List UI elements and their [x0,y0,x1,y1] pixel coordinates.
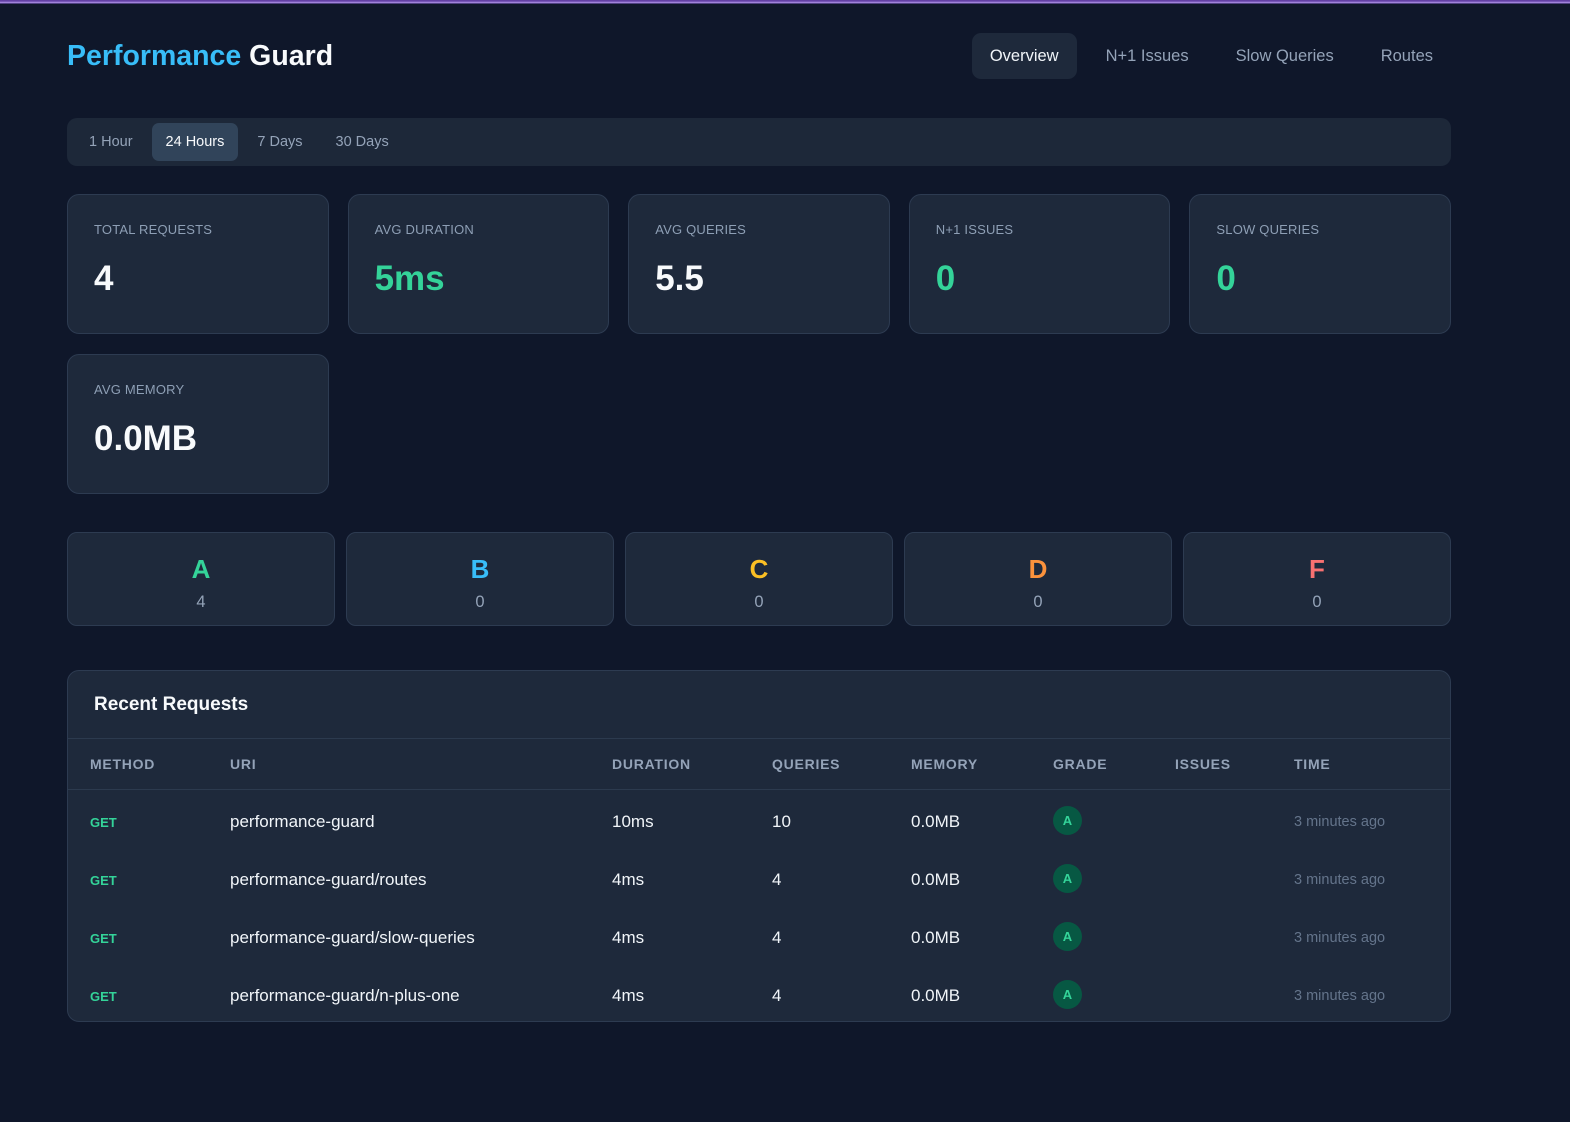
stat-card-n-plus-1-issues: N+1 ISSUES 0 [908,194,1171,334]
table-row[interactable]: GET performance-guard/routes 4ms 4 0.0MB… [68,848,1450,906]
stat-value: 5.5 [655,259,704,298]
time-range-7-days[interactable]: 7 Days [243,123,316,161]
stat-card-avg-duration: AVG DURATION 5ms [347,194,610,334]
grade-distribution: A 4 B 0 C 0 D 0 F 0 [67,532,1451,626]
time-range-24-hours[interactable]: 24 Hours [151,123,239,161]
time-range-1-hour[interactable]: 1 Hour [75,123,147,161]
grade-letter: C [749,554,769,584]
grade-card-c: C 0 [625,532,893,626]
nav-tab-n-plus-1-issues[interactable]: N+1 Issues [1088,33,1207,79]
title-space [241,40,249,72]
request-duration: 10ms [612,812,654,831]
stat-value: 0 [1216,259,1236,298]
request-queries: 4 [772,986,782,1005]
stat-value: 4 [94,259,114,298]
table-row[interactable]: GET performance-guard 10ms 10 0.0MB A 3 … [68,790,1450,848]
main-nav: Overview N+1 Issues Slow Queries Routes [971,33,1451,79]
request-duration: 4ms [612,986,645,1005]
column-header-memory: MEMORY [911,756,978,772]
stat-card-avg-queries: AVG QUERIES 5.5 [628,194,890,334]
requests-table-body: GET performance-guard 10ms 10 0.0MB A 3 … [68,790,1450,1021]
column-header-method: METHOD [90,756,156,772]
column-header-queries: QUERIES [772,756,841,772]
request-memory: 0.0MB [911,928,961,947]
request-uri: performance-guard/slow-queries [230,928,475,947]
grade-card-b: B 0 [346,532,614,626]
stat-card-slow-queries: SLOW QUERIES 0 [1189,194,1451,334]
nav-tab-routes[interactable]: Routes [1363,33,1451,79]
request-grade-cell: A [1053,863,1175,893]
column-header-uri: URI [230,756,257,772]
request-queries: 4 [772,928,782,947]
stats-grid: TOTAL REQUESTS 4 AVG DURATION 5ms AVG QU… [67,194,1451,494]
request-queries: 10 [772,812,791,831]
nav-tab-slow-queries[interactable]: Slow Queries [1218,33,1352,79]
request-memory: 0.0MB [911,986,961,1005]
recent-requests-title: Recent Requests [94,694,249,715]
request-duration: 4ms [612,928,645,947]
stat-card-avg-memory: AVG MEMORY 0.0MB [67,354,329,494]
stat-label: TOTAL REQUESTS [94,222,213,237]
grade-badge: A [1053,863,1082,893]
request-uri: performance-guard/n-plus-one [230,986,460,1005]
request-memory: 0.0MB [911,812,961,831]
request-time: 3 minutes ago [1294,814,1386,830]
header: Performance Guard Overview N+1 Issues Sl… [67,4,1451,79]
grade-badge: A [1053,921,1082,951]
column-header-duration: DURATION [612,756,691,772]
request-memory: 0.0MB [911,870,961,889]
column-header-grade: GRADE [1053,756,1108,772]
request-uri: performance-guard [230,812,375,831]
grade-letter: A [191,554,211,584]
page-title-secondary: Guard [249,40,334,72]
grade-count: 4 [196,593,206,611]
page-title: Performance Guard [67,40,333,72]
request-method: GET [90,872,117,888]
page-container: Performance Guard Overview N+1 Issues Sl… [67,4,1451,1022]
grade-badge: A [1053,979,1082,1009]
stat-value: 5ms [374,259,445,298]
grade-card-d: D 0 [904,532,1172,626]
page-title-primary: Performance [67,40,242,72]
request-method: GET [90,930,117,946]
stat-value: 0 [935,259,956,298]
grade-letter: B [470,554,490,584]
stat-label: N+1 ISSUES [935,222,1014,237]
request-uri: performance-guard/routes [230,870,427,889]
stat-card-total-requests: TOTAL REQUESTS 4 [67,194,329,334]
grade-card-f: F 0 [1183,532,1451,626]
request-queries: 4 [772,870,782,889]
grade-card-a: A 4 [67,532,335,626]
recent-requests-panel: Recent Requests METHOD URI DURATION QUER… [67,670,1451,1022]
request-duration: 4ms [612,870,645,889]
column-header-issues: ISSUES [1175,756,1231,772]
request-time: 3 minutes ago [1294,930,1386,946]
stat-label: AVG DURATION [374,222,475,237]
stat-value: 0.0MB [94,419,198,458]
request-time: 3 minutes ago [1294,872,1386,888]
stat-label: AVG MEMORY [94,382,185,397]
time-range-30-days[interactable]: 30 Days [322,123,403,161]
grade-count: 0 [1312,593,1322,611]
stat-label: AVG QUERIES [655,222,747,237]
grade-letter: D [1028,554,1048,584]
grade-count: 0 [475,593,485,611]
requests-table-header: METHOD URI DURATION QUERIES MEMORY GRADE… [68,738,1450,790]
request-grade-cell: A [1053,979,1175,1009]
time-range-selector: 1 Hour 24 Hours 7 Days 30 Days [67,118,1451,166]
column-header-time: TIME [1294,756,1331,772]
request-method: GET [90,814,117,830]
request-time: 3 minutes ago [1294,988,1386,1004]
grade-badge: A [1053,805,1082,835]
grade-count: 0 [754,593,764,611]
table-row[interactable]: GET performance-guard/n-plus-one 4ms 4 0… [68,964,1450,1021]
grade-count: 0 [1033,593,1043,611]
request-grade-cell: A [1053,921,1175,951]
request-method: GET [90,988,117,1004]
request-grade-cell: A [1053,805,1175,835]
nav-tab-overview[interactable]: Overview [971,33,1077,79]
stat-label: SLOW QUERIES [1216,222,1320,237]
grade-letter: F [1309,554,1325,584]
table-row[interactable]: GET performance-guard/slow-queries 4ms 4… [68,906,1450,964]
